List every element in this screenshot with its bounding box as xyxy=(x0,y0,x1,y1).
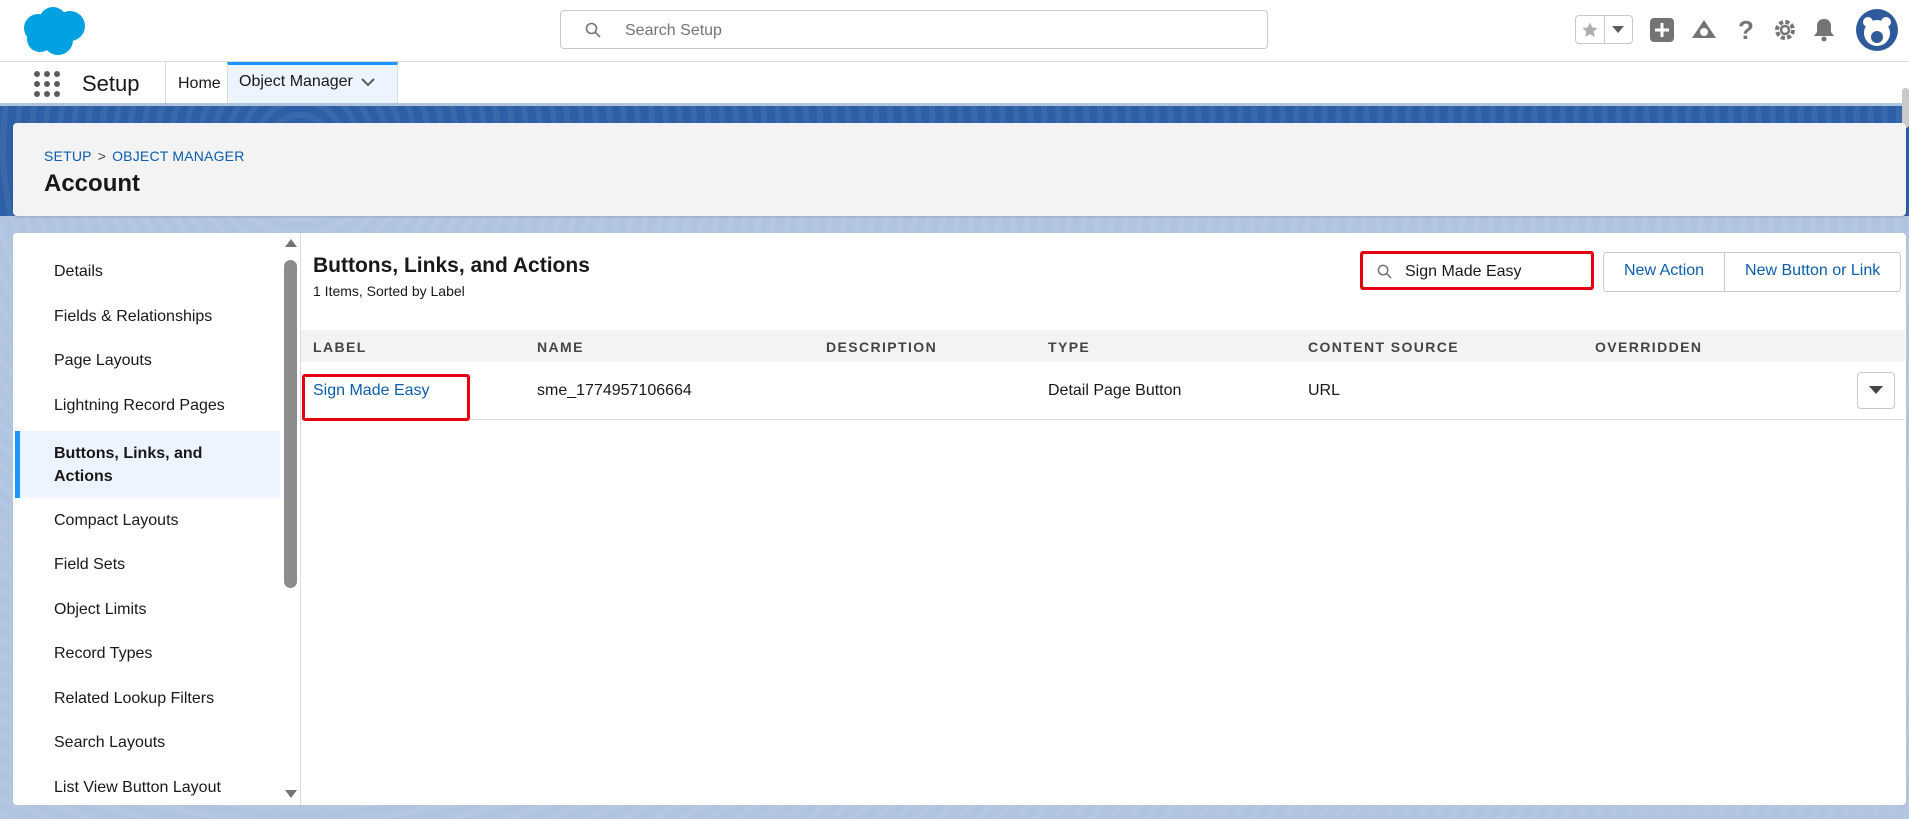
sidebar-item-compact-layouts[interactable]: Compact Layouts xyxy=(15,512,280,530)
row-content-source: URL xyxy=(1308,382,1341,399)
row-name: sme_1774957106664 xyxy=(537,382,692,399)
row-type: Detail Page Button xyxy=(1048,382,1182,399)
action-button-group: New Action New Button or Link xyxy=(1603,252,1902,292)
sidebar-item-field-sets[interactable]: Field Sets xyxy=(15,556,280,574)
column-header-label[interactable]: LABEL xyxy=(313,339,367,355)
chevron-down-icon xyxy=(1869,386,1883,394)
scroll-up-arrow-icon[interactable] xyxy=(284,238,298,248)
favorites-dropdown-icon[interactable] xyxy=(1603,16,1633,43)
sidebar-item-related-lookup-filters[interactable]: Related Lookup Filters xyxy=(15,690,280,708)
favorites-star-icon[interactable] xyxy=(1576,16,1604,43)
column-header-description[interactable]: DESCRIPTION xyxy=(826,339,937,355)
breadcrumb: SETUP > OBJECT MANAGER xyxy=(44,148,245,164)
tab-object-manager[interactable]: Object Manager xyxy=(227,62,398,103)
column-header-name[interactable]: NAME xyxy=(537,339,584,355)
sidebar-item-page-layouts[interactable]: Page Layouts xyxy=(15,352,280,370)
sidebar-item-buttons-links-actions[interactable]: Buttons, Links, and Actions xyxy=(15,431,280,498)
quick-find-input[interactable] xyxy=(1403,254,1587,289)
object-sidebar: Details Fields & Relationships Page Layo… xyxy=(15,233,280,805)
breadcrumb-setup-link[interactable]: SETUP xyxy=(44,148,92,164)
app-name: Setup xyxy=(82,71,140,96)
global-actions-add-icon[interactable] xyxy=(1648,16,1676,44)
context-navigation: Setup Home Object Manager xyxy=(0,62,1909,106)
sidebar-item-record-types[interactable]: Record Types xyxy=(15,645,280,663)
tab-object-manager-label: Object Manager xyxy=(239,73,353,90)
search-icon xyxy=(1377,264,1392,284)
sidebar-item-lightning-record-pages[interactable]: Lightning Record Pages xyxy=(15,397,280,415)
search-input[interactable] xyxy=(623,11,1247,50)
column-header-content-source[interactable]: CONTENT SOURCE xyxy=(1308,339,1459,355)
scroll-down-arrow-icon[interactable] xyxy=(284,789,298,799)
page-header xyxy=(13,123,1906,216)
sidebar-item-object-limits[interactable]: Object Limits xyxy=(15,601,280,619)
panel-divider xyxy=(300,233,301,805)
chevron-down-icon[interactable] xyxy=(361,78,375,87)
global-search[interactable] xyxy=(560,10,1268,50)
row-label-link[interactable]: Sign Made Easy xyxy=(313,382,430,400)
section-subtitle: 1 Items, Sorted by Label xyxy=(313,283,465,299)
search-icon xyxy=(585,22,601,43)
page-scrollbar[interactable] xyxy=(1902,88,1909,128)
user-avatar[interactable] xyxy=(1856,9,1898,51)
column-header-type[interactable]: TYPE xyxy=(1048,339,1090,355)
trailhead-icon[interactable] xyxy=(1690,16,1718,44)
tab-home[interactable]: Home xyxy=(165,62,233,103)
quick-find-box[interactable] xyxy=(1362,253,1592,289)
sidebar-scroll-thumb[interactable] xyxy=(284,260,297,588)
settings-gear-icon[interactable] xyxy=(1771,16,1799,44)
page-title: Account xyxy=(44,170,140,197)
app-launcher-icon[interactable] xyxy=(33,70,61,98)
sidebar-item-details[interactable]: Details xyxy=(15,263,280,281)
breadcrumb-separator: > xyxy=(97,148,107,164)
help-icon[interactable]: ? xyxy=(1732,15,1760,45)
table-header: LABEL NAME DESCRIPTION TYPE CONTENT SOUR… xyxy=(301,330,1905,363)
new-button-or-link-button[interactable]: New Button or Link xyxy=(1724,253,1901,291)
global-header: ? xyxy=(0,0,1909,62)
favorites-group xyxy=(1575,15,1633,44)
sidebar-item-search-layouts[interactable]: Search Layouts xyxy=(15,734,280,752)
salesforce-logo[interactable] xyxy=(18,6,90,56)
section-title: Buttons, Links, and Actions xyxy=(313,254,590,277)
sidebar-item-fields-relationships[interactable]: Fields & Relationships xyxy=(15,308,280,326)
sidebar-item-list-view-button-layout[interactable]: List View Button Layout xyxy=(15,779,280,797)
notifications-bell-icon[interactable] xyxy=(1810,16,1838,44)
new-action-button[interactable]: New Action xyxy=(1604,253,1725,291)
column-header-overridden[interactable]: OVERRIDDEN xyxy=(1595,339,1702,355)
table-row: Sign Made Easy sme_1774957106664 Detail … xyxy=(301,362,1905,420)
row-actions-dropdown[interactable] xyxy=(1857,372,1895,409)
breadcrumb-object-manager-link[interactable]: OBJECT MANAGER xyxy=(112,148,244,164)
